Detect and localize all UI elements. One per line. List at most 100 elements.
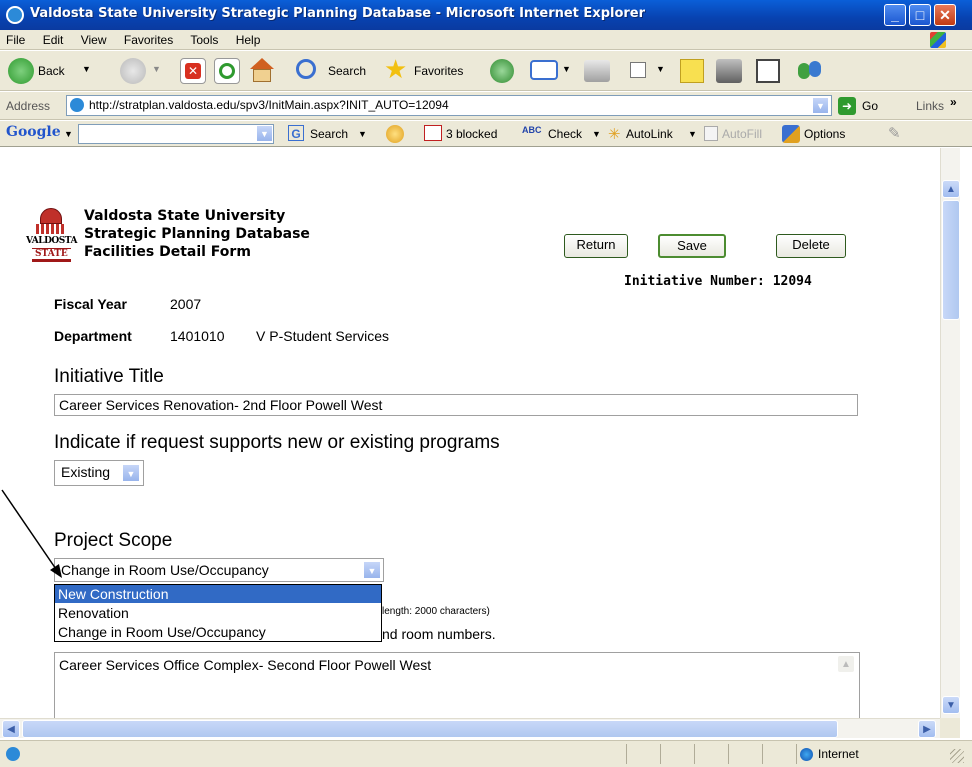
back-arrow-icon[interactable] xyxy=(8,58,34,84)
menu-tools[interactable]: Tools xyxy=(190,33,218,47)
home-icon[interactable] xyxy=(248,58,276,84)
department-code: 1401010 xyxy=(170,328,225,344)
annotation-arrow xyxy=(1,489,62,578)
autolink-label[interactable]: AutoLink xyxy=(626,127,673,141)
minimize-button[interactable]: _ xyxy=(884,4,906,26)
google-menu-dropdown-icon[interactable]: ▼ xyxy=(64,129,73,139)
fiscal-year-value: 2007 xyxy=(170,296,202,312)
programs-heading: Indicate if request supports new or exis… xyxy=(54,432,500,453)
project-scope-options: New Construction Renovation Change in Ro… xyxy=(54,584,382,642)
search-icon[interactable] xyxy=(296,59,316,79)
maximize-button[interactable]: □ xyxy=(909,4,931,26)
google-logo[interactable]: Google xyxy=(6,124,61,140)
vsu-logo: VALDOSTA STATE xyxy=(26,208,77,264)
edit-icon[interactable] xyxy=(630,62,646,78)
google-toolbar: Google ▼ ▼ G Search ▼ 3 blocked ABC Chec… xyxy=(0,121,972,147)
option-new-construction[interactable]: New Construction xyxy=(55,585,381,603)
back-dropdown-icon[interactable]: ▼ xyxy=(82,64,91,74)
popup-blocker-icon[interactable] xyxy=(424,125,442,141)
address-input[interactable]: http://stratplan.valdosta.edu/spv3/InitM… xyxy=(66,95,832,116)
menu-favorites[interactable]: Favorites xyxy=(124,33,173,47)
option-change-in-room-use[interactable]: Change in Room Use/Occupancy xyxy=(55,623,381,641)
options-label[interactable]: Options xyxy=(804,127,845,141)
links-chevron-icon[interactable]: » xyxy=(950,95,957,109)
forward-arrow-icon[interactable] xyxy=(120,58,146,84)
google-search-menu-icon[interactable]: ▼ xyxy=(358,129,367,139)
history-icon[interactable] xyxy=(490,59,514,83)
delete-button[interactable]: Delete xyxy=(776,234,846,258)
description-text: Career Services Office Complex- Second F… xyxy=(59,657,432,673)
description-instructions: nd room numbers. xyxy=(382,626,496,642)
google-g-icon[interactable]: G xyxy=(288,125,304,141)
mail-icon[interactable] xyxy=(530,60,558,80)
address-dropdown-icon[interactable]: ▼ xyxy=(812,97,829,114)
autolink-dropdown-icon[interactable]: ▼ xyxy=(688,129,697,139)
save-button[interactable]: Save xyxy=(658,234,726,258)
ie-icon xyxy=(6,6,24,24)
resize-grip-icon[interactable] xyxy=(950,749,964,763)
menu-help[interactable]: Help xyxy=(236,33,261,47)
go-arrow-icon[interactable]: ➜ xyxy=(838,97,856,115)
stop-icon[interactable]: ✕ xyxy=(180,58,206,84)
project-scope-select[interactable]: Change in Room Use/Occupancy ▼ xyxy=(54,558,384,582)
close-button[interactable]: ✕ xyxy=(934,4,956,26)
vertical-scroll-thumb[interactable] xyxy=(942,200,960,320)
description-textarea[interactable]: Career Services Office Complex- Second F… xyxy=(54,652,860,718)
print-icon[interactable] xyxy=(584,60,610,82)
autofill-icon[interactable] xyxy=(704,126,718,141)
toolbar: Back ▼ ▼ ✕ Search ★ Favorites ▼ ▼ xyxy=(0,51,972,91)
fiscal-year-label: Fiscal Year xyxy=(54,296,127,312)
google-search-input[interactable] xyxy=(78,124,274,144)
return-button[interactable]: Return xyxy=(564,234,628,258)
header-form-name: Facilities Detail Form xyxy=(84,244,251,260)
scroll-left-icon[interactable]: ◀ xyxy=(2,720,20,738)
back-label[interactable]: Back xyxy=(38,64,65,78)
refresh-icon[interactable] xyxy=(214,58,240,84)
textarea-scroll-up-icon[interactable]: ▲ xyxy=(837,655,855,673)
research-icon[interactable] xyxy=(716,59,742,83)
window-title: Valdosta State University Strategic Plan… xyxy=(30,6,646,21)
mail-dropdown-icon[interactable]: ▼ xyxy=(562,64,571,74)
forward-dropdown-icon[interactable]: ▼ xyxy=(152,64,161,74)
autolink-icon[interactable]: ✳ xyxy=(608,125,621,143)
menu-file[interactable]: File xyxy=(6,33,25,47)
initiative-title-input[interactable]: Career Services Renovation- 2nd Floor Po… xyxy=(54,394,858,416)
scroll-down-icon[interactable]: ▼ xyxy=(942,696,960,714)
page-icon xyxy=(70,98,84,112)
pencil-icon[interactable]: ✎ xyxy=(888,124,901,142)
blocked-label[interactable]: 3 blocked xyxy=(446,127,497,141)
check-label[interactable]: Check xyxy=(548,127,582,141)
horizontal-scrollbar[interactable]: ◀ ▶ xyxy=(0,718,940,738)
pagerank-icon[interactable] xyxy=(386,125,404,143)
menu-view[interactable]: View xyxy=(81,33,107,47)
go-label[interactable]: Go xyxy=(862,99,878,113)
google-search-label[interactable]: Search xyxy=(310,127,348,141)
notes-icon[interactable] xyxy=(680,59,704,83)
links-label[interactable]: Links xyxy=(916,99,944,113)
search-label[interactable]: Search xyxy=(328,64,366,78)
favorites-label[interactable]: Favorites xyxy=(414,64,463,78)
option-renovation[interactable]: Renovation xyxy=(55,604,381,622)
project-scope-heading: Project Scope xyxy=(54,530,173,551)
address-bar: Address http://stratplan.valdosta.edu/sp… xyxy=(0,92,972,120)
messenger-icon[interactable] xyxy=(796,59,824,83)
logo-text-state: STATE xyxy=(32,248,71,262)
check-dropdown-icon[interactable]: ▼ xyxy=(592,129,601,139)
project-scope-dropdown-icon[interactable]: ▼ xyxy=(363,561,381,579)
edit-dropdown-icon[interactable]: ▼ xyxy=(656,64,665,74)
scroll-up-icon[interactable]: ▲ xyxy=(942,180,960,198)
scroll-right-icon[interactable]: ▶ xyxy=(918,720,936,738)
favorites-star-icon[interactable]: ★ xyxy=(384,56,407,82)
vertical-scrollbar[interactable]: ▲ ▼ xyxy=(940,180,960,718)
programs-select[interactable]: Existing ▼ xyxy=(54,460,144,486)
spellcheck-icon[interactable]: ABC xyxy=(522,125,542,135)
window-icon[interactable] xyxy=(756,59,780,83)
zone-label: Internet xyxy=(818,747,859,761)
horizontal-scroll-thumb[interactable] xyxy=(22,720,838,738)
title-bar: Valdosta State University Strategic Plan… xyxy=(0,0,972,30)
autofill-label[interactable]: AutoFill xyxy=(722,127,762,141)
programs-dropdown-icon[interactable]: ▼ xyxy=(122,464,140,482)
menu-edit[interactable]: Edit xyxy=(43,33,64,47)
google-search-dropdown-icon[interactable]: ▼ xyxy=(256,125,273,142)
options-icon[interactable] xyxy=(782,125,800,143)
